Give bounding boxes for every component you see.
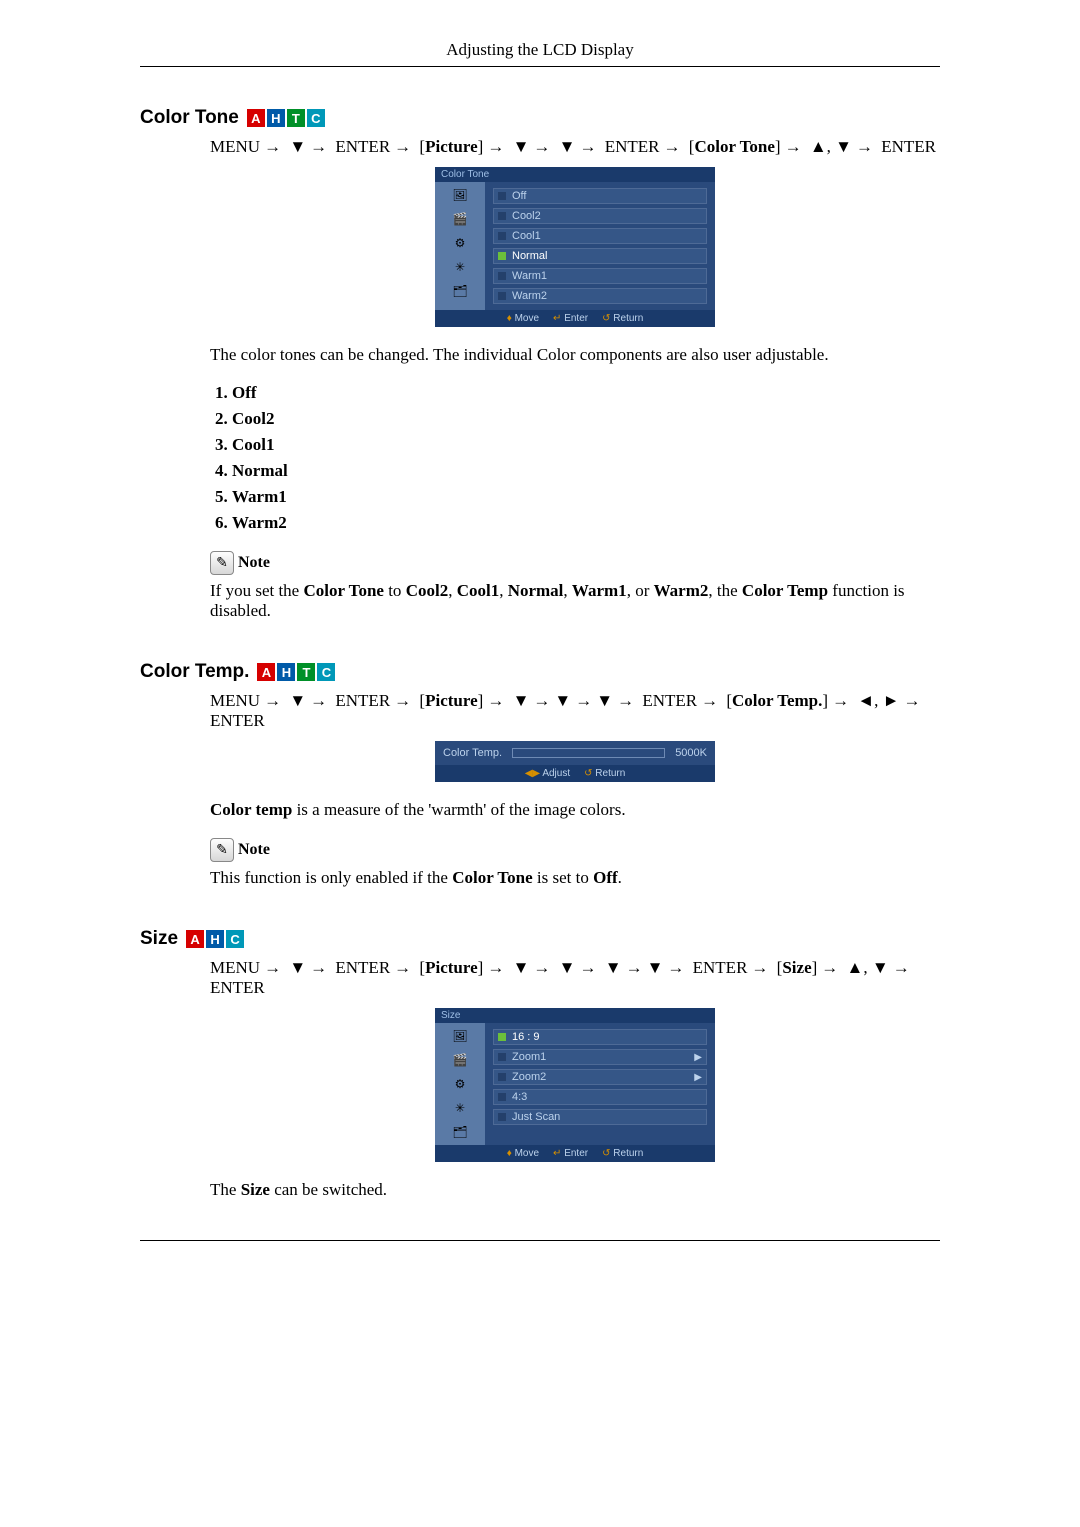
badge-t-icon: T	[297, 663, 315, 681]
section-color-tone: Color Tone A H T C MENU→ ▼→ ENTER→ [Pict…	[140, 107, 940, 621]
note-label: Note	[238, 841, 270, 859]
nav-path-color-temp: MENU→ ▼→ ENTER→ [Picture]→ ▼→▼→▼→ ENTER→…	[210, 691, 940, 731]
list-item: Off	[232, 383, 940, 403]
color-temp-desc: Color temp is a measure of the 'warmth' …	[210, 800, 940, 820]
heading-size: Size	[140, 928, 178, 950]
osd-size: Size 🖼 🎬 ⚙ ✳ 🗂 16 : 9 Zoom1▶ Zoom2▶ 4:3	[435, 1008, 715, 1162]
badge-c-icon: C	[317, 663, 335, 681]
running-head: Adjusting the LCD Display	[140, 40, 940, 67]
osd-item-16-9[interactable]: 16 : 9	[493, 1029, 707, 1045]
color-tone-desc: The color tones can be changed. The indi…	[210, 345, 940, 365]
osd-item-warm1[interactable]: Warm1	[493, 268, 707, 284]
note-label: Note	[238, 554, 270, 572]
osd-title: Color Tone	[435, 167, 715, 182]
osd-item-off[interactable]: Off	[493, 188, 707, 204]
osd-sidebar-input-icon: 🎬	[451, 1053, 469, 1067]
list-item: Warm2	[232, 513, 940, 533]
osd-sidebar-multi-icon: 🗂	[451, 284, 469, 298]
badge-t-icon: T	[287, 109, 305, 127]
color-tone-list: Off Cool2 Cool1 Normal Warm1 Warm2	[210, 383, 940, 533]
nav-path-color-tone: MENU→ ▼→ ENTER→ [Picture]→ ▼→ ▼→ ENTER→ …	[210, 137, 940, 157]
osd-sidebar-picture-icon: 🖼	[451, 188, 469, 202]
osd-item-zoom2[interactable]: Zoom2▶	[493, 1069, 707, 1085]
osd-foot-enter: Enter	[553, 313, 588, 324]
badge-c-icon: C	[307, 109, 325, 127]
color-temp-note-text: This function is only enabled if the Col…	[210, 868, 940, 888]
osd-title: Size	[435, 1008, 715, 1023]
note-icon: ✎	[210, 838, 234, 862]
osd-ct-value: 5000K	[675, 747, 707, 759]
osd-ct-label: Color Temp.	[443, 747, 502, 759]
osd-foot-return: Return	[602, 1148, 643, 1159]
osd-ct-slider[interactable]	[512, 748, 665, 758]
list-item: Cool2	[232, 409, 940, 429]
osd-sidebar-option-icon: ✳	[451, 260, 469, 274]
osd-item-cool2[interactable]: Cool2	[493, 208, 707, 224]
badge-a-icon: A	[257, 663, 275, 681]
osd-item-cool1[interactable]: Cool1	[493, 228, 707, 244]
osd-item-zoom1[interactable]: Zoom1▶	[493, 1049, 707, 1065]
size-desc: The Size can be switched.	[210, 1180, 940, 1200]
list-item: Warm1	[232, 487, 940, 507]
section-color-temp: Color Temp. A H T C MENU→ ▼→ ENTER→ [Pic…	[140, 661, 940, 888]
badge-a-icon: A	[247, 109, 265, 127]
section-size: Size A H C MENU→ ▼→ ENTER→ [Picture]→ ▼→…	[140, 928, 940, 1200]
osd-foot-move: Move	[507, 1148, 539, 1159]
heading-color-tone: Color Tone	[140, 107, 239, 129]
osd-foot-move: Move	[507, 313, 539, 324]
osd-sidebar-multi-icon: 🗂	[451, 1125, 469, 1139]
list-item: Cool1	[232, 435, 940, 455]
osd-sidebar-picture-icon: 🖼	[451, 1029, 469, 1043]
badge-c-icon: C	[226, 930, 244, 948]
osd-sidebar-setup-icon: ⚙	[451, 1077, 469, 1091]
color-tone-note-text: If you set the Color Tone to Cool2, Cool…	[210, 581, 940, 621]
osd-sidebar-input-icon: 🎬	[451, 212, 469, 226]
osd-foot-return: Return	[584, 768, 625, 779]
badge-h-icon: H	[267, 109, 285, 127]
osd-item-just-scan[interactable]: Just Scan	[493, 1109, 707, 1125]
note-icon: ✎	[210, 551, 234, 575]
osd-color-temp: Color Temp. 5000K Adjust Return	[435, 741, 715, 782]
osd-foot-adjust: Adjust	[525, 768, 570, 779]
badge-h-icon: H	[277, 663, 295, 681]
badge-a-icon: A	[186, 930, 204, 948]
footer-rule	[140, 1240, 940, 1241]
nav-path-size: MENU→ ▼→ ENTER→ [Picture]→ ▼→ ▼→ ▼→▼→ EN…	[210, 958, 940, 998]
osd-foot-return: Return	[602, 313, 643, 324]
list-item: Normal	[232, 461, 940, 481]
osd-item-warm2[interactable]: Warm2	[493, 288, 707, 304]
osd-item-normal[interactable]: Normal	[493, 248, 707, 264]
badge-h-icon: H	[206, 930, 224, 948]
osd-foot-enter: Enter	[553, 1148, 588, 1159]
osd-sidebar-option-icon: ✳	[451, 1101, 469, 1115]
osd-sidebar-setup-icon: ⚙	[451, 236, 469, 250]
heading-color-temp: Color Temp.	[140, 661, 249, 683]
osd-item-4-3[interactable]: 4:3	[493, 1089, 707, 1105]
osd-color-tone: Color Tone 🖼 🎬 ⚙ ✳ 🗂 Off Cool2 Cool1 Nor…	[435, 167, 715, 327]
